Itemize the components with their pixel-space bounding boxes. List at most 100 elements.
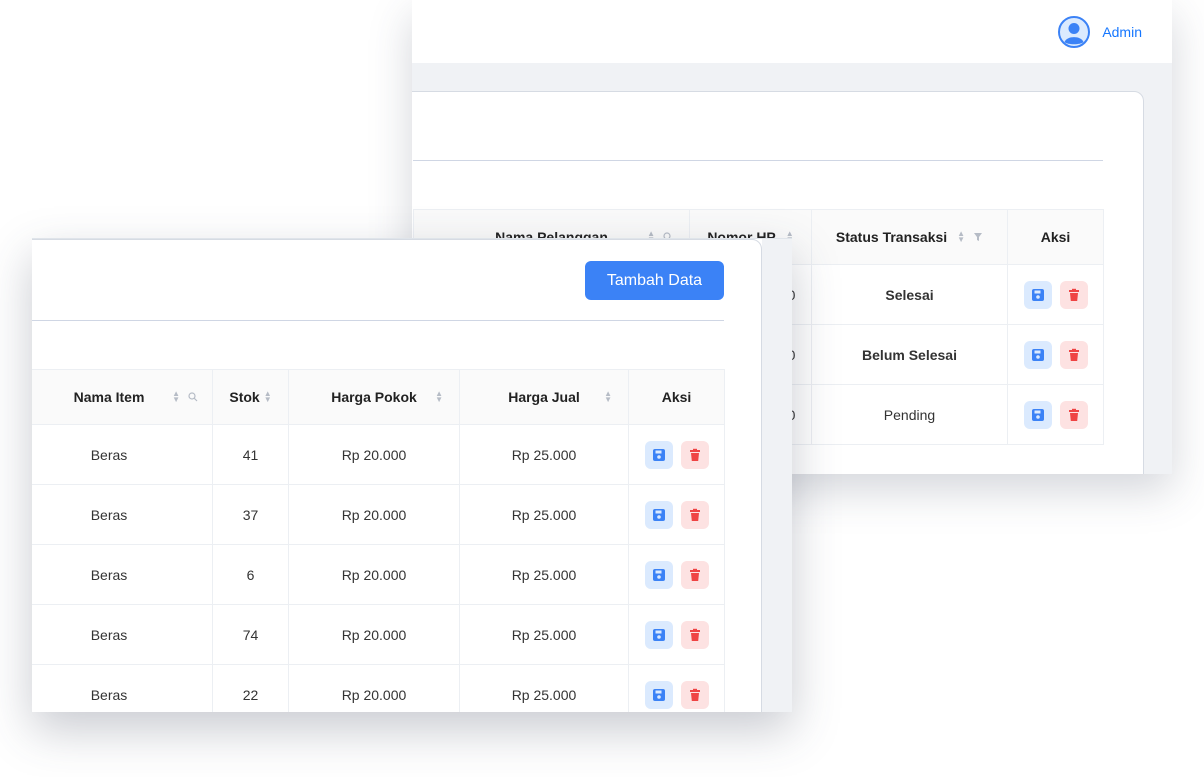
table-row: Beras 37 Rp 20.000 Rp 25.000	[32, 484, 725, 545]
items-window: Tambah Data Nama Item ▲ ▼ Stok ▲ ▼ Harga…	[32, 238, 792, 712]
table-row: Beras 41 Rp 20.000 Rp 25.000	[32, 424, 725, 485]
floppy-disk-icon	[652, 448, 665, 461]
user-circle-icon	[1058, 16, 1091, 48]
delete-button[interactable]	[1059, 340, 1088, 369]
col-cost-price[interactable]: Harga Pokok ▲ ▼	[288, 369, 460, 425]
screenshot-stage: Admin Nama Pelanggan ▲▼	[0, 0, 1204, 777]
cost-cell: Rp 20.000	[288, 604, 460, 665]
stock-cell: 41	[212, 424, 289, 485]
column-label: Aksi	[1040, 229, 1071, 245]
delete-button[interactable]	[680, 440, 709, 469]
sort-icon[interactable]: ▲▼	[264, 390, 272, 404]
actions-cell	[628, 484, 725, 545]
cost-cell: Rp 20.000	[288, 664, 460, 712]
cost-cell: Rp 20.000	[288, 424, 460, 485]
price-cell: Rp 25.000	[459, 604, 629, 665]
actions-cell	[628, 604, 725, 665]
column-label: Stok	[229, 389, 260, 405]
floppy-disk-icon	[1031, 408, 1044, 421]
delete-button[interactable]	[680, 680, 709, 709]
trash-icon	[689, 568, 700, 581]
sort-icon[interactable]: ▲▼	[604, 390, 612, 404]
column-label: Status Transaksi	[835, 229, 948, 245]
status-badge: Belum Selesai	[811, 324, 1008, 385]
delete-button[interactable]	[680, 560, 709, 589]
price-cell: Rp 25.000	[459, 664, 629, 712]
card-divider	[413, 160, 1103, 161]
sort-icon[interactable]: ▲▼	[172, 390, 180, 404]
col-actions: Aksi	[628, 369, 725, 425]
items-card: Tambah Data Nama Item ▲ ▼ Stok ▲ ▼ Harga…	[32, 239, 762, 712]
search-icon[interactable]	[188, 392, 198, 402]
delete-button[interactable]	[1059, 280, 1088, 309]
stock-cell: 22	[212, 664, 289, 712]
delete-button[interactable]	[680, 620, 709, 649]
stock-cell: 6	[212, 544, 289, 605]
cost-cell: Rp 20.000	[288, 484, 460, 545]
trash-icon	[1068, 348, 1079, 361]
status-badge: Pending	[811, 384, 1008, 445]
floppy-disk-icon	[652, 508, 665, 521]
stock-cell: 74	[212, 604, 289, 665]
col-stock[interactable]: Stok ▲ ▼	[212, 369, 289, 425]
floppy-disk-icon	[1031, 348, 1044, 361]
user-name: Admin	[1102, 24, 1142, 40]
floppy-disk-icon	[652, 628, 665, 641]
item-name-cell: Beras	[32, 604, 213, 665]
save-button[interactable]	[644, 560, 673, 589]
col-status[interactable]: Status Transaksi ▲ ▼	[811, 209, 1008, 265]
table-row: Beras 6 Rp 20.000 Rp 25.000	[32, 544, 725, 605]
col-sell-price[interactable]: Harga Jual ▲ ▼	[459, 369, 629, 425]
trash-icon	[689, 688, 700, 701]
filter-icon[interactable]	[973, 232, 983, 242]
trash-icon	[689, 628, 700, 641]
column-label: Aksi	[661, 389, 692, 405]
actions-cell	[628, 424, 725, 485]
column-label: Harga Jual	[508, 389, 580, 405]
save-button[interactable]	[644, 620, 673, 649]
save-button[interactable]	[1023, 280, 1052, 309]
floppy-disk-icon	[652, 568, 665, 581]
top-header: Admin	[412, 0, 1172, 63]
user-menu[interactable]: Admin	[1058, 16, 1142, 48]
save-button[interactable]	[644, 500, 673, 529]
status-badge: Selesai	[811, 264, 1008, 325]
stock-cell: 37	[212, 484, 289, 545]
price-cell: Rp 25.000	[459, 484, 629, 545]
trash-icon	[689, 508, 700, 521]
save-button[interactable]	[644, 440, 673, 469]
cost-cell: Rp 20.000	[288, 544, 460, 605]
card-divider	[32, 320, 724, 321]
item-name-cell: Beras	[32, 664, 213, 712]
col-actions: Aksi	[1007, 209, 1104, 265]
floppy-disk-icon	[652, 688, 665, 701]
trash-icon	[1068, 288, 1079, 301]
col-item-name[interactable]: Nama Item ▲ ▼	[32, 369, 213, 425]
column-label: Nama Item	[73, 389, 145, 405]
trash-icon	[1068, 408, 1079, 421]
save-button[interactable]	[644, 680, 673, 709]
sort-icon[interactable]: ▲▼	[435, 390, 443, 404]
item-name-cell: Beras	[32, 424, 213, 485]
delete-button[interactable]	[1059, 400, 1088, 429]
actions-cell	[1007, 264, 1104, 325]
item-name-cell: Beras	[32, 484, 213, 545]
content-background	[762, 239, 792, 712]
table-row: Beras 22 Rp 20.000 Rp 25.000	[32, 664, 725, 712]
sort-icon[interactable]: ▲▼	[957, 230, 965, 244]
price-cell: Rp 25.000	[459, 544, 629, 605]
save-button[interactable]	[1023, 340, 1052, 369]
trash-icon	[689, 448, 700, 461]
actions-cell	[1007, 384, 1104, 445]
save-button[interactable]	[1023, 400, 1052, 429]
actions-cell	[628, 544, 725, 605]
actions-cell	[628, 664, 725, 712]
add-data-button[interactable]: Tambah Data	[585, 261, 724, 300]
table-row: Beras 74 Rp 20.000 Rp 25.000	[32, 604, 725, 665]
item-name-cell: Beras	[32, 544, 213, 605]
items-table: Nama Item ▲ ▼ Stok ▲ ▼ Harga Pokok ▲ ▼ H…	[32, 369, 725, 712]
price-cell: Rp 25.000	[459, 424, 629, 485]
actions-cell	[1007, 324, 1104, 385]
delete-button[interactable]	[680, 500, 709, 529]
column-label: Harga Pokok	[331, 389, 417, 405]
